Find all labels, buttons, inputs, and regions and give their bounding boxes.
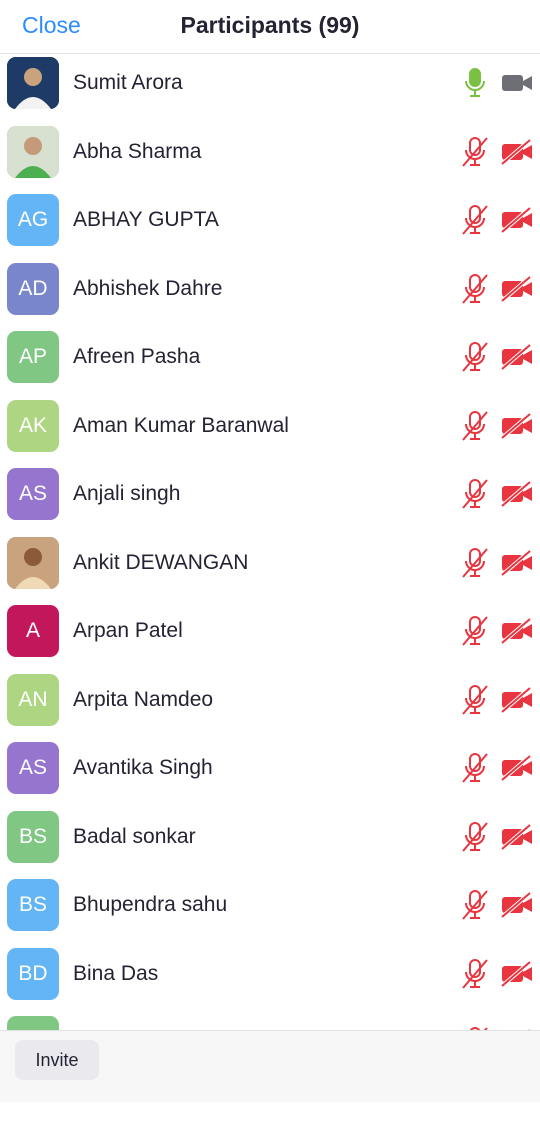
video-camera-off-icon[interactable] [500, 411, 534, 440]
participant-row[interactable]: Ankit DEWANGAN [0, 535, 540, 604]
microphone-muted-icon[interactable] [460, 273, 490, 305]
microphone-muted-icon[interactable] [460, 410, 490, 442]
microphone-muted-icon[interactable] [460, 547, 490, 579]
participant-row[interactable]: AD Abhishek Dahre [0, 261, 540, 330]
avatar: A [7, 605, 59, 657]
video-camera-off-icon[interactable] [500, 274, 534, 303]
microphone-muted-icon[interactable] [460, 752, 490, 784]
participant-row[interactable]: AS Avantika Singh [0, 740, 540, 809]
bottom-strip [0, 1102, 540, 1122]
invite-button[interactable]: Invite [15, 1040, 99, 1080]
participant-row[interactable]: AS Anjali singh [0, 466, 540, 535]
video-camera-off-icon[interactable] [500, 617, 534, 645]
microphone-muted-icon[interactable] [460, 136, 490, 168]
participant-row[interactable]: BS Badal sonkar [0, 809, 540, 878]
microphone-icon[interactable] [460, 67, 490, 99]
avatar [7, 536, 59, 589]
microphone-muted-icon[interactable] [460, 341, 490, 373]
avatar: AG [7, 194, 59, 246]
participant-row[interactable]: AK Aman Kumar Baranwal [0, 398, 540, 467]
avatar: BS [7, 810, 59, 863]
participant-name: Afreen Pasha [73, 345, 201, 368]
video-camera-off-icon[interactable] [500, 137, 534, 166]
video-camera-off-icon[interactable] [500, 891, 534, 919]
avatar: BS [7, 879, 59, 931]
participant-name: Arpan Patel [73, 619, 183, 642]
participant-name: Anjali singh [73, 482, 181, 505]
avatar [7, 125, 59, 178]
video-camera-off-icon[interactable] [500, 206, 534, 234]
video-camera-off-icon[interactable] [500, 480, 534, 508]
microphone-muted-icon[interactable] [460, 958, 490, 990]
participant-name: ABHAY GUPTA [73, 208, 219, 231]
avatar: AD [7, 262, 59, 315]
participant-row[interactable]: Abha Sharma [0, 124, 540, 193]
participant-name: Bina Das [73, 961, 159, 985]
avatar: AN [7, 673, 59, 726]
avatar: AS [7, 468, 59, 520]
avatar: AK [7, 399, 59, 452]
avatar [7, 57, 59, 109]
video-camera-off-icon[interactable] [500, 343, 534, 371]
participant-row[interactable]: Sumit Arora [0, 55, 540, 124]
participant-list[interactable]: Sumit Arora Abha Sharma AG ABHAY GUPTA AD Abh… [0, 55, 540, 1030]
video-camera-off-icon[interactable] [500, 548, 534, 577]
participant-row[interactable]: AG ABHAY GUPTA [0, 192, 540, 261]
microphone-muted-icon[interactable] [460, 204, 490, 236]
participant-name: Aman Kumar Baranwal [73, 413, 289, 437]
microphone-muted-icon[interactable] [460, 615, 490, 647]
participant-row[interactable]: BS Bhupendra sahu [0, 877, 540, 946]
participant-name: Badal sonkar [73, 824, 196, 848]
participants-header: Close Participants (99) [0, 0, 540, 54]
participant-row[interactable]: AP Afreen Pasha [0, 329, 540, 398]
participant-name: Ankit DEWANGAN [73, 550, 249, 574]
participant-name: Avantika Singh [73, 756, 213, 779]
video-camera-off-icon[interactable] [500, 822, 534, 851]
participant-name: Arpita Namdeo [73, 687, 214, 711]
avatar: BD [7, 947, 59, 1000]
participant-row[interactable]: AN Arpita Namdeo [0, 672, 540, 741]
video-camera-off-icon[interactable] [500, 754, 534, 782]
participant-row[interactable] [0, 1014, 540, 1030]
microphone-muted-icon[interactable] [460, 684, 490, 716]
participant-name: Sumit Arora [73, 71, 183, 94]
participant-row[interactable]: BD Bina Das [0, 946, 540, 1015]
microphone-muted-icon[interactable] [460, 821, 490, 853]
video-camera-icon[interactable] [500, 69, 534, 97]
avatar [7, 1016, 59, 1030]
participant-name: Abhishek Dahre [73, 276, 223, 300]
participant-name: Abha Sharma [73, 139, 202, 163]
avatar: AS [7, 742, 59, 794]
avatar: AP [7, 331, 59, 383]
page-title: Participants (99) [180, 12, 360, 38]
footer-bar: Invite [0, 1030, 540, 1102]
video-camera-off-icon[interactable] [500, 959, 534, 988]
participant-row[interactable]: A Arpan Patel [0, 603, 540, 672]
participant-name: Bhupendra sahu [73, 893, 228, 916]
video-camera-off-icon[interactable] [500, 685, 534, 714]
microphone-muted-icon[interactable] [460, 889, 490, 921]
microphone-muted-icon[interactable] [460, 478, 490, 510]
